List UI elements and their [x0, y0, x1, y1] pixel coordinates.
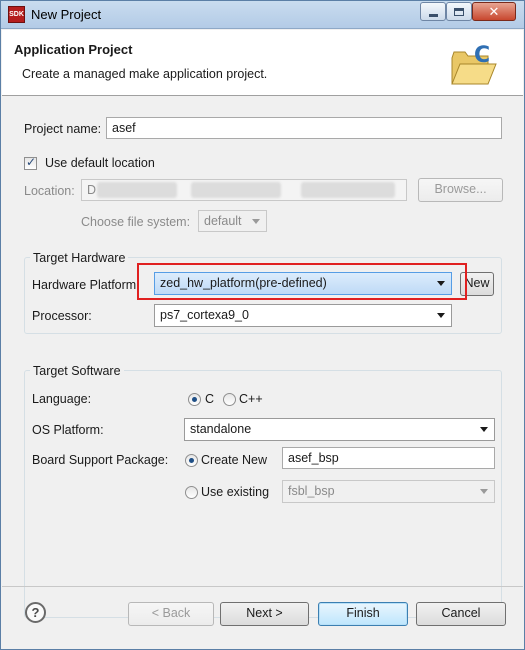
location-label: Location: [24, 184, 75, 198]
maximize-button[interactable] [446, 2, 472, 21]
processor-value: ps7_cortexa9_0 [160, 308, 249, 322]
use-existing-bsp-value: fsbl_bsp [288, 484, 335, 498]
sdk-app-icon: SDK [8, 6, 25, 23]
language-label: Language: [32, 392, 92, 406]
create-new-bsp-input[interactable]: asef_bsp [282, 447, 495, 469]
target-software-title: Target Software [30, 364, 124, 378]
close-icon: ✕ [488, 3, 500, 19]
use-existing-label: Use existing [201, 485, 270, 499]
maximize-icon [454, 7, 464, 16]
bsp-label: Board Support Package: [32, 453, 169, 467]
use-existing-radio[interactable] [185, 486, 198, 499]
finish-button[interactable]: Finish [318, 602, 408, 626]
location-blurred-text [191, 182, 281, 198]
file-system-select[interactable]: default [198, 210, 267, 232]
os-platform-value: standalone [190, 422, 252, 436]
help-icon[interactable]: ? [25, 602, 46, 623]
language-cpp-label: C++ [239, 392, 263, 406]
location-blurred-text [301, 182, 395, 198]
use-default-location-label: Use default location [45, 156, 155, 170]
window-title: New Project [31, 7, 102, 22]
project-name-label: Project name: [24, 122, 102, 136]
create-new-label: Create New [201, 453, 267, 467]
processor-label: Processor: [32, 309, 92, 323]
chevron-down-icon [252, 219, 260, 224]
wizard-content: Project name: asef ✓ Use default locatio… [1, 97, 524, 618]
chevron-down-icon [480, 427, 488, 432]
new-project-window: SDK New Project ✕ Application Project Cr… [0, 0, 525, 650]
next-button[interactable]: Next > [220, 602, 309, 626]
title-bar[interactable]: SDK New Project ✕ [1, 1, 524, 29]
wizard-header: Application Project Create a managed mak… [2, 30, 523, 96]
language-cpp-radio[interactable] [223, 393, 236, 406]
file-system-label: Choose file system: [81, 215, 191, 229]
file-system-value: default [204, 214, 242, 228]
processor-select[interactable]: ps7_cortexa9_0 [154, 304, 452, 327]
use-default-location-checkbox[interactable]: ✓ [24, 155, 37, 170]
language-c-radio[interactable] [188, 393, 201, 406]
page-description: Create a managed make application projec… [22, 67, 268, 81]
svg-text:C: C [474, 43, 490, 68]
use-existing-bsp-select[interactable]: fsbl_bsp [282, 480, 495, 503]
minimize-button[interactable] [420, 2, 446, 21]
target-hardware-title: Target Hardware [30, 251, 129, 265]
location-value: D [87, 183, 97, 197]
chevron-down-icon [437, 313, 445, 318]
c-project-folder-icon: C [451, 43, 497, 85]
os-platform-select[interactable]: standalone [184, 418, 495, 441]
create-new-radio[interactable] [185, 454, 198, 467]
location-blurred-text [97, 182, 177, 198]
checkmark-icon: ✓ [26, 155, 37, 169]
hardware-platform-label: Hardware Platform: [32, 278, 140, 292]
footer-divider [2, 586, 523, 587]
project-name-input[interactable]: asef [106, 117, 502, 139]
highlight-annotation [137, 263, 467, 300]
cancel-button[interactable]: Cancel [416, 602, 506, 626]
language-c-label: C [205, 392, 215, 406]
page-title: Application Project [14, 42, 133, 57]
back-button[interactable]: < Back [128, 602, 214, 626]
browse-button[interactable]: Browse... [418, 178, 503, 202]
os-platform-label: OS Platform: [32, 423, 104, 437]
chevron-down-icon [480, 489, 488, 494]
close-button[interactable]: ✕ [472, 2, 516, 21]
minimize-icon [428, 13, 438, 17]
